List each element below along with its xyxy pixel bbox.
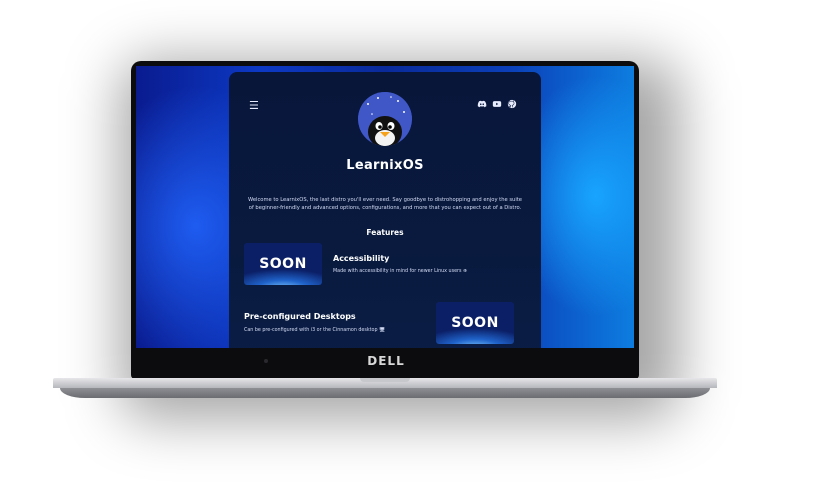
youtube-icon[interactable] xyxy=(492,99,502,109)
penguin-logo xyxy=(358,92,412,146)
feature-desc-accessibility: Made with accessibility in mind for newe… xyxy=(333,269,468,274)
discord-icon[interactable] xyxy=(477,99,487,109)
feature-title-desktops: Pre-configured Desktops xyxy=(244,312,356,321)
feature-image-desktops: SOON xyxy=(436,302,514,344)
social-links xyxy=(477,99,517,109)
laptop-mockup: ☰ LearnixOS Welcome to LearnixOS, the la… xyxy=(0,0,813,485)
laptop-base-bottom xyxy=(60,388,710,398)
laptop-screen: ☰ LearnixOS Welcome to LearnixOS, the la… xyxy=(136,66,634,348)
site-title: LearnixOS xyxy=(346,158,424,173)
dell-logo: DELL xyxy=(367,354,405,368)
intro-paragraph: Welcome to LearnixOS, the last distro yo… xyxy=(248,197,522,212)
hamburger-menu-button[interactable]: ☰ xyxy=(249,100,259,111)
soon-label: SOON xyxy=(259,256,307,272)
feature-title-accessibility: Accessibility xyxy=(333,254,390,263)
website-panel: ☰ LearnixOS Welcome to LearnixOS, the la… xyxy=(229,72,541,348)
feature-image-accessibility: SOON xyxy=(244,243,322,285)
features-heading: Features xyxy=(366,228,404,237)
webcam xyxy=(264,359,268,363)
soon-label: SOON xyxy=(451,315,499,331)
github-icon[interactable] xyxy=(507,99,517,109)
feature-desc-desktops: Can be pre-configured with i3 or the Cin… xyxy=(244,328,386,333)
lid-notch xyxy=(360,378,410,382)
